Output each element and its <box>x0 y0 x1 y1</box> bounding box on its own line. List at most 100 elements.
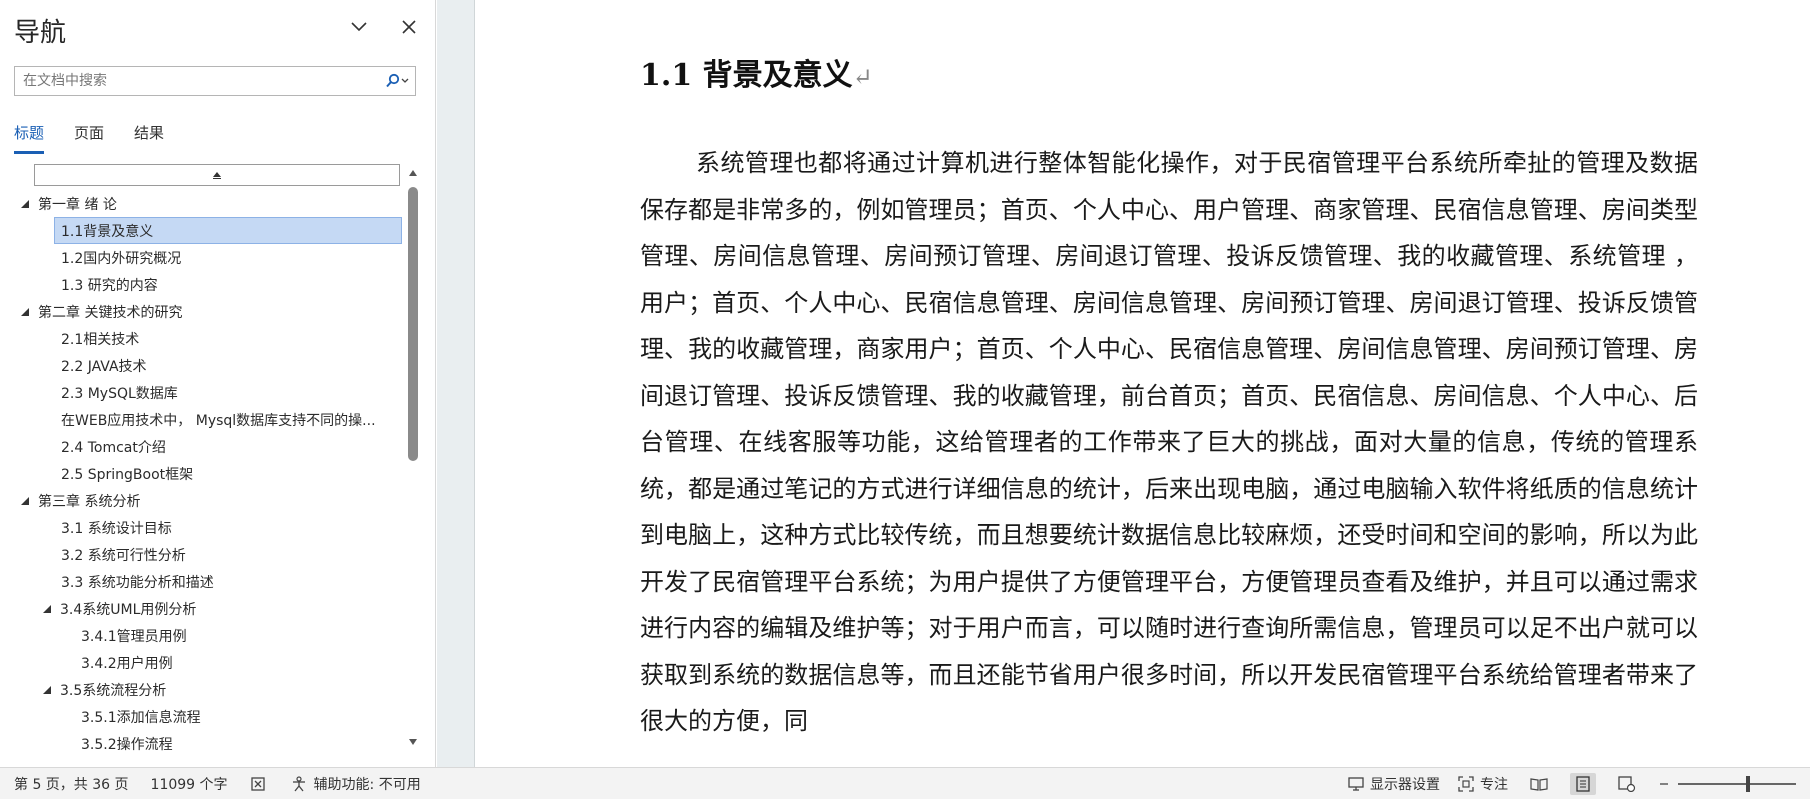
scroll-down-button[interactable] <box>404 734 422 750</box>
heading-tree: 第一章 绪 论 1.1背景及意义 1.2国内外研究概况 1.3 研究的内容 第二… <box>0 162 402 754</box>
proofing-book-icon <box>250 777 265 791</box>
heading-item[interactable]: 2.3 MySQL数据库 <box>0 379 402 406</box>
read-mode-icon <box>1530 778 1548 791</box>
heading-label: 3.5.1添加信息流程 <box>81 709 201 726</box>
scroll-up-button[interactable] <box>404 165 422 181</box>
display-settings-button[interactable]: 显示器设置 <box>1348 774 1440 794</box>
nav-title: 导航 <box>14 18 67 48</box>
heading-label: 3.4.2用户用例 <box>81 655 173 672</box>
heading-label: 1.3 研究的内容 <box>61 277 158 294</box>
paragraph-mark-icon: ↵ <box>852 63 873 91</box>
tab-headings[interactable]: 标题 <box>14 122 45 154</box>
heading-item[interactable]: 2.4 Tomcat介绍 <box>0 433 402 460</box>
page-count[interactable]: 第 5 页，共 36 页 <box>14 774 129 794</box>
heading-label: 第一章 绪 论 <box>38 196 117 213</box>
nav-options-button[interactable] <box>346 14 372 40</box>
zoom-slider[interactable] <box>1678 776 1796 792</box>
body-paragraph[interactable]: 系统管理也都将通过计算机进行整体智能化操作，对于民宿管理平台系统所牵扯的管理及数… <box>640 140 1698 745</box>
section-heading-text: 1.1 背景及意义 <box>640 58 853 93</box>
heading-label: 在WEB应用技术中， Mysql数据库支持不同的操... <box>61 412 376 429</box>
heading-item[interactable]: 3.5.1添加信息流程 <box>0 703 402 730</box>
collapse-triangle-icon[interactable] <box>40 685 54 695</box>
page-gutter <box>437 0 475 767</box>
heading-label: 3.5.2操作流程 <box>81 736 173 753</box>
search-options-button[interactable] <box>381 67 415 95</box>
web-layout-icon <box>1618 776 1636 792</box>
heading-item[interactable]: 第一章 绪 论 <box>0 190 402 217</box>
heading-item[interactable]: 第三章 系统分析 <box>0 487 402 514</box>
heading-label: 3.1 系统设计目标 <box>61 520 172 537</box>
focus-label: 专注 <box>1480 777 1508 793</box>
accessibility-label: 辅助功能: 不可用 <box>313 777 421 793</box>
heading-label: 1.2国内外研究概况 <box>61 250 182 267</box>
status-bar: 第 5 页，共 36 页 11099 个字 辅助功能: 不可用 显示器设置 专注 <box>0 767 1810 799</box>
heading-item[interactable]: 2.5 SpringBoot框架 <box>0 460 402 487</box>
heading-label: 第三章 系统分析 <box>38 493 141 510</box>
caret-up-icon <box>213 172 221 179</box>
nav-close-button[interactable] <box>396 14 422 40</box>
caret-up-icon <box>409 170 417 176</box>
print-layout-button[interactable] <box>1570 773 1596 795</box>
close-icon <box>402 20 416 34</box>
nav-search-box <box>14 66 416 96</box>
heading-item[interactable]: 2.1相关技术 <box>0 325 402 352</box>
minus-icon <box>1660 783 1668 785</box>
heading-item[interactable]: 2.2 JAVA技术 <box>0 352 402 379</box>
heading-item[interactable]: 3.5系统流程分析 <box>0 676 402 703</box>
heading-item[interactable]: 1.2国内外研究概况 <box>0 244 402 271</box>
scroll-up-indicator[interactable] <box>34 164 400 186</box>
zoom-out-button[interactable] <box>1658 778 1670 790</box>
heading-label: 2.4 Tomcat介绍 <box>61 439 166 456</box>
heading-item[interactable]: 3.1 系统设计目标 <box>0 514 402 541</box>
print-layout-icon <box>1576 776 1590 792</box>
accessibility-icon <box>292 776 305 792</box>
scroll-thumb[interactable] <box>408 187 418 461</box>
heading-label: 2.3 MySQL数据库 <box>61 385 178 402</box>
search-input[interactable] <box>15 67 381 95</box>
heading-item-selected[interactable]: 1.1背景及意义 <box>54 217 402 244</box>
display-settings-label: 显示器设置 <box>1370 777 1440 793</box>
heading-label: 3.5系统流程分析 <box>60 682 167 699</box>
heading-label: 2.5 SpringBoot框架 <box>61 466 194 483</box>
heading-item[interactable]: 3.5.2操作流程 <box>0 730 402 754</box>
heading-item[interactable]: 在WEB应用技术中， Mysql数据库支持不同的操... <box>0 406 402 433</box>
heading-label: 2.2 JAVA技术 <box>61 358 147 375</box>
focus-mode-button[interactable]: 专注 <box>1458 774 1508 794</box>
heading-item[interactable]: 3.4系统UML用例分析 <box>0 595 402 622</box>
tab-pages[interactable]: 页面 <box>74 122 104 154</box>
heading-label: 3.2 系统可行性分析 <box>61 547 186 564</box>
section-heading[interactable]: 1.1 背景及意义↵ <box>640 50 873 94</box>
collapse-triangle-icon[interactable] <box>18 496 32 506</box>
heading-item[interactable]: 3.4.2用户用例 <box>0 649 402 676</box>
collapse-triangle-icon[interactable] <box>40 604 54 614</box>
heading-label: 2.1相关技术 <box>61 331 140 348</box>
heading-item[interactable]: 3.3 系统功能分析和描述 <box>0 568 402 595</box>
heading-label: 1.1背景及意义 <box>61 223 154 240</box>
heading-label: 3.4系统UML用例分析 <box>60 601 197 618</box>
zoom-slider-thumb[interactable] <box>1746 776 1750 792</box>
collapse-triangle-icon[interactable] <box>18 199 32 209</box>
caret-down-icon <box>409 739 417 745</box>
proofing-button[interactable] <box>250 776 268 792</box>
nav-scrollbar[interactable] <box>404 165 422 750</box>
heading-item[interactable]: 3.4.1管理员用例 <box>0 622 402 649</box>
heading-label: 3.3 系统功能分析和描述 <box>61 574 214 591</box>
web-layout-button[interactable] <box>1614 773 1640 795</box>
accessibility-status[interactable]: 辅助功能: 不可用 <box>290 774 421 794</box>
heading-item[interactable]: 第二章 关键技术的研究 <box>0 298 402 325</box>
monitor-icon <box>1348 777 1364 791</box>
read-mode-button[interactable] <box>1526 773 1552 795</box>
heading-item[interactable]: 1.3 研究的内容 <box>0 271 402 298</box>
heading-label: 第二章 关键技术的研究 <box>38 304 183 321</box>
search-icon <box>386 73 409 88</box>
document-page[interactable]: 1.1 背景及意义↵ 系统管理也都将通过计算机进行整体智能化操作，对于民宿管理平… <box>476 0 1810 767</box>
nav-tabs: 标题 页面 结果 <box>14 122 164 154</box>
navigation-pane: 导航 标题 页面 结果 第一章 绪 论 1.1背景及意义 1.2国内外研究概况 … <box>0 0 436 767</box>
word-count[interactable]: 11099 个字 <box>151 774 228 794</box>
heading-items: 第一章 绪 论 1.1背景及意义 1.2国内外研究概况 1.3 研究的内容 第二… <box>0 190 402 754</box>
collapse-triangle-icon[interactable] <box>18 307 32 317</box>
tab-results[interactable]: 结果 <box>134 122 164 154</box>
focus-icon <box>1458 776 1474 792</box>
heading-item[interactable]: 3.2 系统可行性分析 <box>0 541 402 568</box>
heading-label: 3.4.1管理员用例 <box>81 628 187 645</box>
